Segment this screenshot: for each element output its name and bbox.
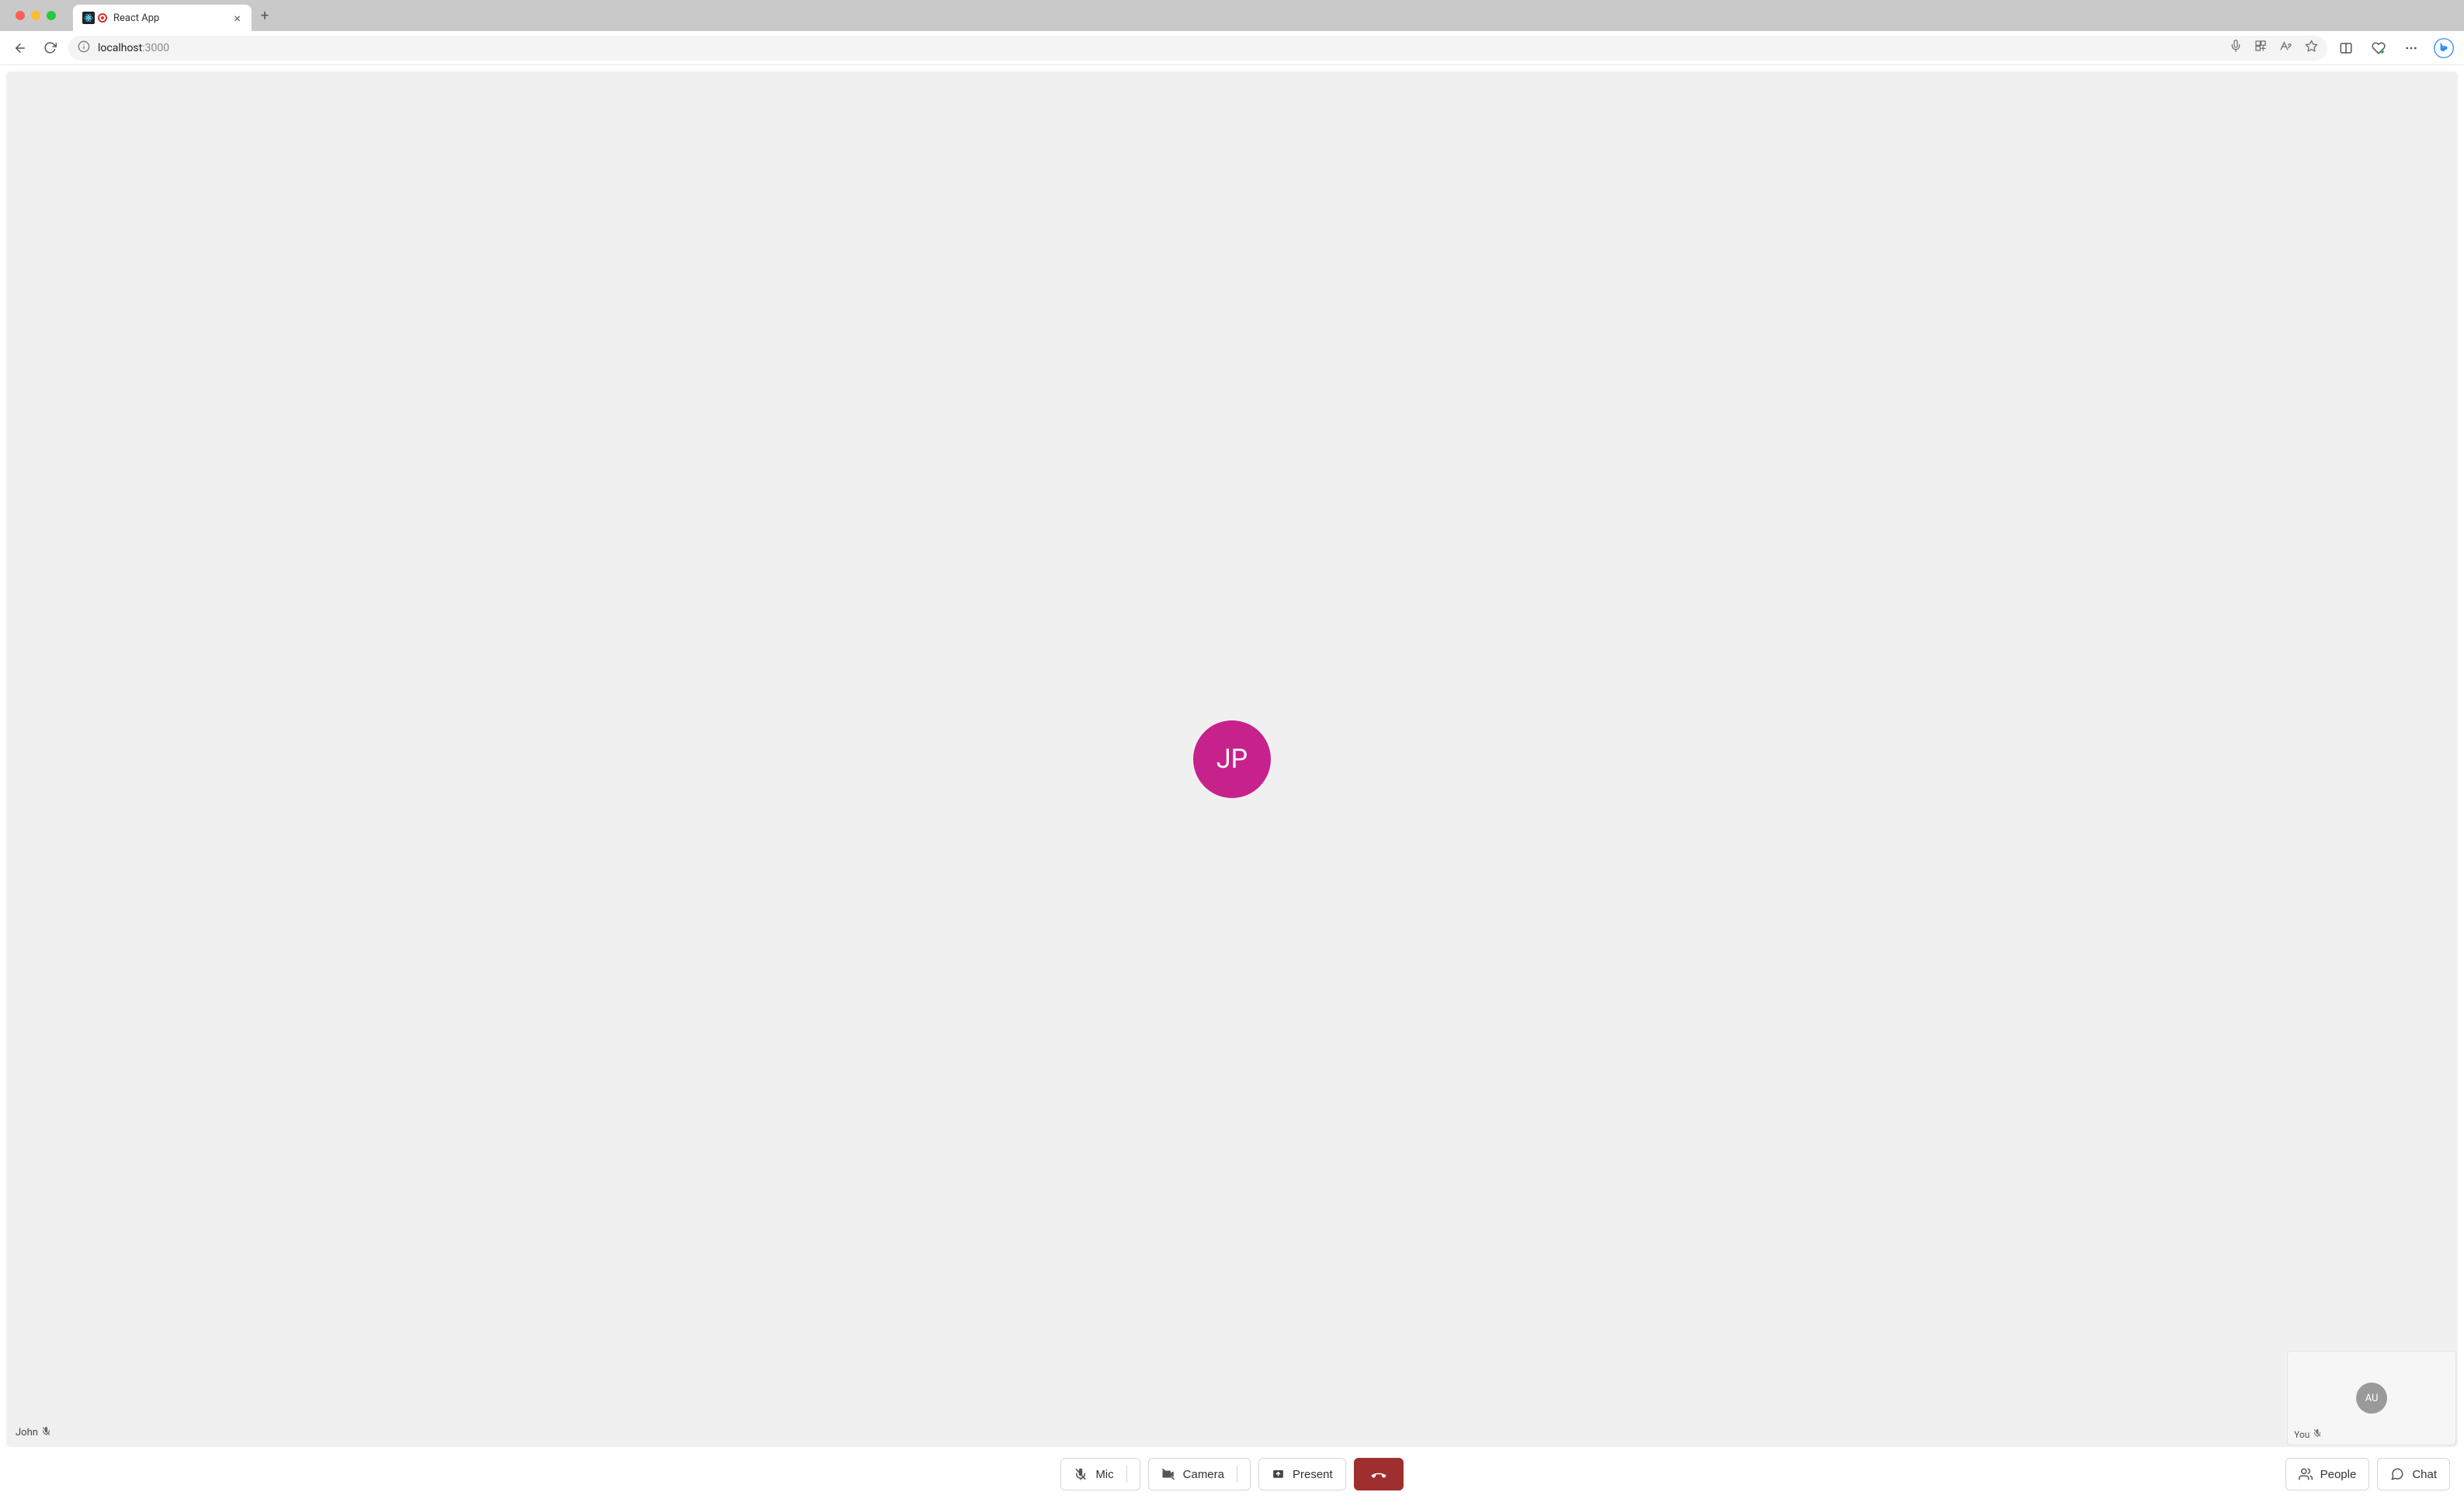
present-icon [1272, 1468, 1285, 1481]
hangup-button[interactable] [1354, 1458, 1404, 1490]
hangup-icon [1370, 1466, 1387, 1483]
url-port: :3000 [142, 42, 169, 54]
chat-button[interactable]: Chat [2377, 1458, 2450, 1490]
people-button[interactable]: People [2285, 1458, 2370, 1490]
self-avatar: AU [2356, 1383, 2387, 1414]
present-button[interactable]: Present [1258, 1458, 1346, 1490]
browser-toolbar: localhost:3000 [0, 31, 2464, 65]
mic-off-icon [1074, 1467, 1088, 1481]
voice-search-icon[interactable] [2230, 40, 2242, 56]
minimize-window-button[interactable] [31, 11, 40, 20]
react-favicon [82, 12, 95, 24]
mic-label: Mic [1095, 1468, 1113, 1481]
participant-initials: JP [1216, 744, 1248, 775]
favorite-icon[interactable] [2305, 40, 2318, 56]
people-label: People [2320, 1468, 2357, 1481]
participant-name-label: John [16, 1426, 51, 1439]
video-stage: JP John AU You [6, 71, 2458, 1447]
call-control-bar: Mic Camera Present [6, 1447, 2458, 1501]
browser-tab-bar: React App × + [0, 0, 2464, 31]
participant-name: John [16, 1427, 38, 1438]
mic-button[interactable]: Mic [1060, 1458, 1140, 1490]
self-initials: AU [2365, 1393, 2379, 1404]
new-tab-button[interactable]: + [252, 8, 278, 24]
chat-label: Chat [2412, 1468, 2437, 1481]
close-window-button[interactable] [16, 11, 25, 20]
mic-muted-icon [2313, 1428, 2322, 1440]
window-controls [8, 11, 64, 20]
browser-tab[interactable]: React App × [73, 5, 252, 31]
close-tab-button[interactable]: × [232, 11, 242, 26]
bing-chat-icon[interactable] [2433, 37, 2455, 59]
self-preview-tile[interactable]: AU You [2287, 1351, 2456, 1445]
collections-icon[interactable] [2368, 37, 2389, 59]
camera-button[interactable]: Camera [1148, 1458, 1251, 1490]
self-name-label: You [2294, 1428, 2322, 1440]
page-content: JP John AU You [0, 65, 2464, 1506]
camera-off-icon [1161, 1467, 1175, 1481]
tab-title: React App [113, 12, 226, 24]
mic-muted-icon [41, 1426, 51, 1439]
more-menu-icon[interactable] [2400, 37, 2422, 59]
extensions-icon[interactable] [2254, 40, 2267, 56]
split-screen-icon[interactable] [2335, 37, 2357, 59]
address-bar[interactable]: localhost:3000 [68, 36, 2327, 61]
present-label: Present [1293, 1468, 1333, 1481]
reload-button[interactable] [39, 37, 61, 59]
recording-favicon [98, 13, 107, 23]
url-host: localhost [98, 42, 142, 54]
camera-label: Camera [1183, 1468, 1224, 1481]
site-info-icon[interactable] [78, 40, 90, 56]
back-button[interactable] [9, 37, 31, 59]
chat-icon [2390, 1467, 2404, 1481]
participant-avatar: JP [1193, 720, 1271, 798]
url-text: localhost:3000 [98, 42, 169, 54]
maximize-window-button[interactable] [47, 11, 56, 20]
mic-options-divider [1126, 1466, 1127, 1483]
people-icon [2299, 1467, 2313, 1481]
self-name: You [2294, 1429, 2310, 1440]
text-size-icon[interactable] [2279, 40, 2292, 56]
